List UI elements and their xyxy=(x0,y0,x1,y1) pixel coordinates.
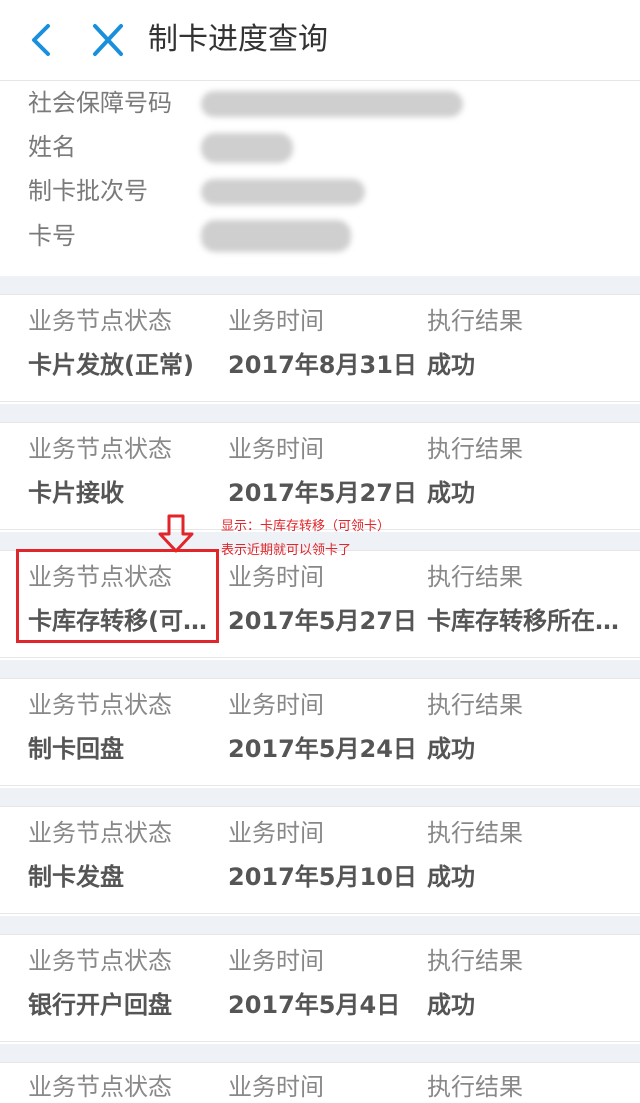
progress-record: 业务节点状态 业务时间 执行结果 卡片接收 2017年5月27日 成功 xyxy=(0,422,640,530)
chevron-left-icon xyxy=(32,24,50,56)
time-value: 2017年8月31日 xyxy=(228,351,417,379)
section-divider xyxy=(0,1044,640,1062)
result-value: 卡库存转移所在… xyxy=(427,607,619,635)
time-label: 业务时间 xyxy=(228,947,324,975)
annotation-text-line1: 显示：卡库存转移（可领卡） xyxy=(221,519,391,534)
progress-record: 业务节点状态 业务时间 执行结果 卡片发放(正常) 2017年8月31日 成功 xyxy=(0,294,640,402)
status-label: 业务节点状态 xyxy=(28,819,172,847)
annotation-text-line2: 表示近期就可以领卡了 xyxy=(221,543,352,558)
result-value: 成功 xyxy=(427,479,475,507)
time-value: 2017年5月24日 xyxy=(228,735,417,763)
result-value: 成功 xyxy=(427,863,475,891)
result-label: 执行结果 xyxy=(427,435,523,463)
status-value: 卡片发放(正常) xyxy=(28,351,194,379)
card-holder-info: 社会保障号码 姓名 制卡批次号 卡号 xyxy=(0,81,640,275)
time-value: 2017年5月27日 xyxy=(228,607,417,635)
status-value: 银行开户回盘 xyxy=(28,991,172,1019)
time-label: 业务时间 xyxy=(228,819,324,847)
ssn-label: 社会保障号码 xyxy=(28,89,172,117)
result-label: 执行结果 xyxy=(427,947,523,975)
time-label: 业务时间 xyxy=(228,691,324,719)
status-value: 制卡回盘 xyxy=(28,735,124,763)
section-divider xyxy=(0,404,640,422)
section-divider xyxy=(0,916,640,934)
result-label: 执行结果 xyxy=(427,819,523,847)
batch-no-value-redacted xyxy=(201,179,365,205)
down-arrow-icon xyxy=(157,514,195,554)
card-no-label: 卡号 xyxy=(28,222,76,250)
progress-record: 业务节点状态 业务时间 执行结果 制卡发盘 2017年5月10日 成功 xyxy=(0,806,640,914)
batch-no-label: 制卡批次号 xyxy=(28,177,148,205)
page-title: 制卡进度查询 xyxy=(148,22,328,57)
result-label: 执行结果 xyxy=(427,1073,523,1101)
app-header: 制卡进度查询 xyxy=(0,0,640,81)
section-divider xyxy=(0,276,640,294)
status-value: 制卡发盘 xyxy=(28,863,124,891)
section-divider xyxy=(0,788,640,806)
annotation-highlight-box xyxy=(16,549,219,643)
progress-record: 业务节点状态 业务时间 执行结果 制卡回盘 2017年5月24日 成功 xyxy=(0,678,640,786)
time-label: 业务时间 xyxy=(228,563,324,591)
status-label: 业务节点状态 xyxy=(28,1073,172,1101)
section-divider xyxy=(0,660,640,678)
time-label: 业务时间 xyxy=(228,307,324,335)
result-label: 执行结果 xyxy=(427,307,523,335)
result-label: 执行结果 xyxy=(427,691,523,719)
card-no-value-redacted xyxy=(201,220,351,252)
status-label: 业务节点状态 xyxy=(28,307,172,335)
time-label: 业务时间 xyxy=(228,435,324,463)
back-button[interactable] xyxy=(24,20,60,60)
status-value: 卡片接收 xyxy=(28,479,124,507)
result-value: 成功 xyxy=(427,735,475,763)
time-value: 2017年5月4日 xyxy=(228,991,401,1019)
result-label: 执行结果 xyxy=(427,563,523,591)
progress-record: 业务节点状态 业务时间 执行结果 xyxy=(0,1062,640,1101)
status-label: 业务节点状态 xyxy=(28,435,172,463)
result-value: 成功 xyxy=(427,351,475,379)
close-icon xyxy=(93,24,123,56)
result-value: 成功 xyxy=(427,991,475,1019)
name-value-redacted xyxy=(201,133,293,163)
ssn-value-redacted xyxy=(201,91,463,117)
time-label: 业务时间 xyxy=(228,1073,324,1101)
status-label: 业务节点状态 xyxy=(28,947,172,975)
progress-record: 业务节点状态 业务时间 执行结果 银行开户回盘 2017年5月4日 成功 xyxy=(0,934,640,1042)
status-label: 业务节点状态 xyxy=(28,691,172,719)
time-value: 2017年5月27日 xyxy=(228,479,417,507)
close-button[interactable] xyxy=(90,20,126,60)
name-label: 姓名 xyxy=(28,133,76,161)
time-value: 2017年5月10日 xyxy=(228,863,417,891)
